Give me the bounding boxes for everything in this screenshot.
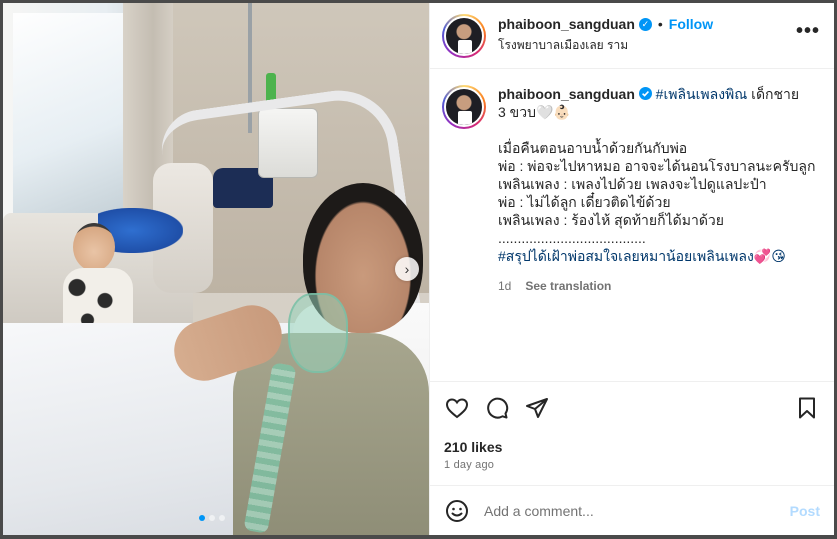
caption-section: phaiboon_sangduan #เพลินเพลงพิณ เด็กชาย …: [430, 69, 834, 381]
caption-line: พ่อ : ไม่ได้ลูก เดี๋ยวติดไข้ด้วย: [498, 194, 671, 210]
location-link[interactable]: โรงพยาบาลเมืองเลย ราม: [498, 36, 796, 55]
bookmark-icon[interactable]: [794, 395, 820, 421]
post-modal: › phaiboon_sangduan ✓ • Follow โรงพยาบาล…: [3, 3, 834, 535]
post-comment-button[interactable]: Post: [790, 503, 820, 519]
caption-title-rest: เด็กชาย: [751, 86, 800, 102]
verified-badge-icon: [638, 87, 652, 100]
comment-bar: Post: [430, 485, 834, 535]
photo-oxygen-mask: [288, 293, 348, 373]
header-user-row: phaiboon_sangduan ✓ • Follow: [498, 16, 796, 32]
caption-line: เพลินเพลง : เพลงไปด้วย เพลงจะไปดูแลปะป๋า: [498, 176, 767, 192]
caption-avatar-image: [444, 87, 484, 127]
share-icon[interactable]: [524, 395, 550, 421]
separator-dot: •: [657, 16, 663, 32]
caption-footer-hashtag-link[interactable]: #สรุปได้เฝ้าพ่อสมใจเลยหมาน้อยเพลินเพลง💞😘: [498, 247, 815, 265]
caption-text: phaiboon_sangduan #เพลินเพลงพิณ เด็กชาย …: [498, 85, 815, 381]
emoji-icon[interactable]: [444, 498, 470, 524]
comment-input[interactable]: [484, 502, 790, 519]
avatar[interactable]: [442, 13, 486, 58]
photo-child: [63, 223, 133, 333]
carousel-dot: [199, 515, 205, 521]
see-translation-button[interactable]: See translation: [525, 277, 611, 295]
more-options-icon[interactable]: •••: [796, 20, 820, 51]
caption-hashtag-link[interactable]: #เพลินเพลงพิณ: [656, 86, 748, 102]
action-bar: [430, 381, 834, 433]
caption-line: เมื่อคืนตอนอาบน้ำด้วยกันกับพ่อ: [498, 140, 688, 156]
carousel-dot: [219, 515, 225, 521]
header-username[interactable]: phaiboon_sangduan: [498, 16, 635, 32]
caption-line: พ่อ : พ่อจะไปหาหมอ อาจจะได้นอนโรงบาลนะคร…: [498, 158, 816, 174]
post-side-panel: phaiboon_sangduan ✓ • Follow โรงพยาบาลเม…: [429, 3, 834, 535]
verified-badge-icon: ✓: [638, 17, 652, 31]
caption-avatar[interactable]: [442, 85, 486, 129]
post-photo[interactable]: ›: [3, 3, 429, 535]
caption-line-age: 3 ขวบ🤍👶🏻: [498, 104, 571, 120]
post-timestamp[interactable]: 1 day ago: [430, 455, 834, 471]
carousel-next-button[interactable]: ›: [395, 257, 419, 281]
header-text: phaiboon_sangduan ✓ • Follow โรงพยาบาลเม…: [498, 16, 796, 55]
post-header: phaiboon_sangduan ✓ • Follow โรงพยาบาลเม…: [430, 3, 834, 69]
follow-button[interactable]: Follow: [669, 16, 713, 32]
photo-child-head: [73, 223, 115, 271]
caption-meta: 1d See translation: [498, 277, 815, 295]
chevron-right-icon: ›: [404, 261, 410, 277]
caption-line: ......................................: [498, 230, 646, 246]
caption-line: เพลินเพลง : ร้องไห้ สุดท้ายก็ได้มาด้วย: [498, 212, 724, 228]
caption-username[interactable]: phaiboon_sangduan: [498, 86, 635, 102]
carousel-dots: [199, 515, 225, 521]
avatar-image: [444, 15, 484, 56]
heart-icon[interactable]: [444, 395, 470, 421]
comment-icon[interactable]: [484, 395, 510, 421]
carousel-dot: [209, 515, 215, 521]
caption-age[interactable]: 1d: [498, 277, 511, 295]
likes-count[interactable]: 210 likes: [430, 439, 834, 455]
